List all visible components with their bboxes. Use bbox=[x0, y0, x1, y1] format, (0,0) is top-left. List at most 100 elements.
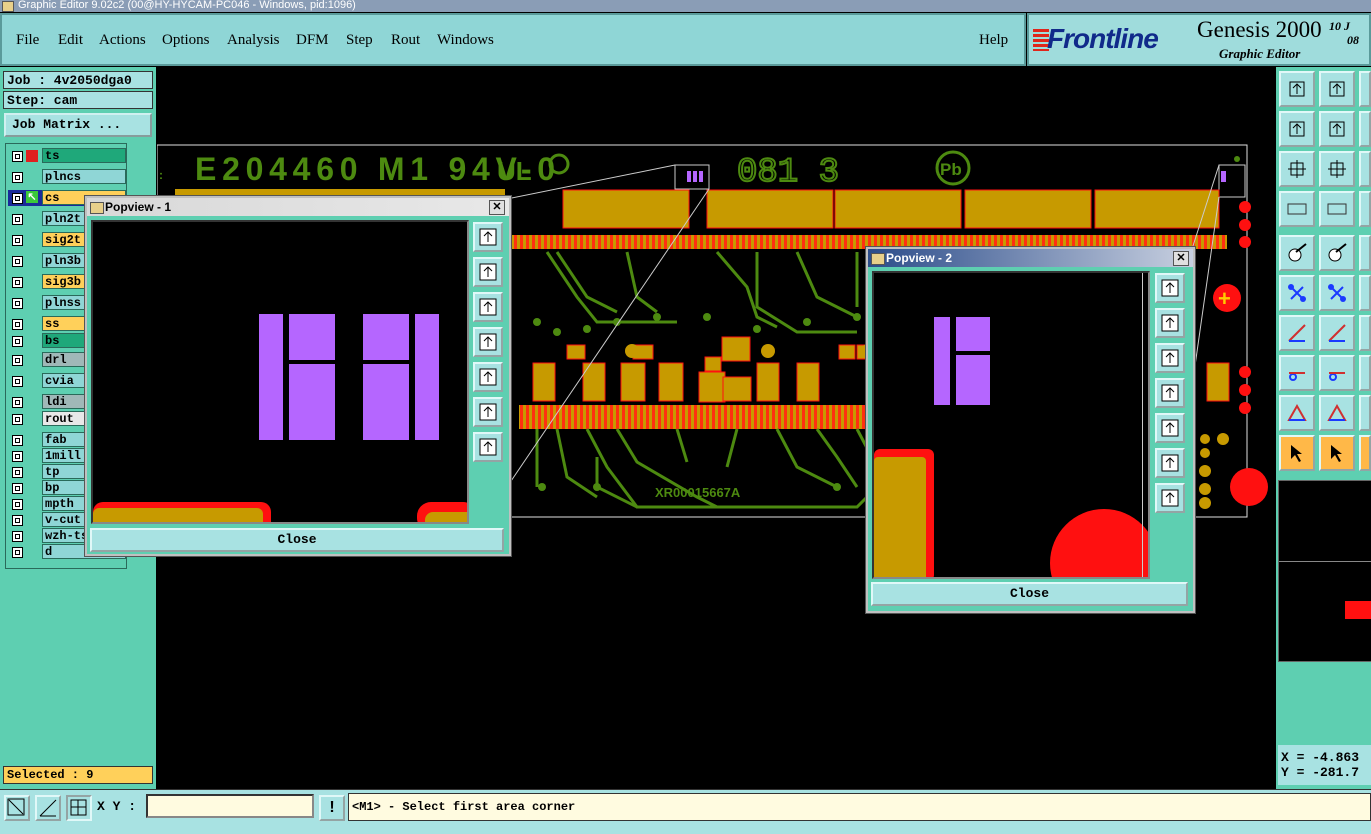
layer-row-ts[interactable]: ts bbox=[8, 148, 126, 164]
layer-checkbox[interactable] bbox=[12, 414, 23, 425]
menu-step[interactable]: Step bbox=[346, 32, 373, 49]
angle-icon[interactable] bbox=[1279, 315, 1315, 351]
point-icon[interactable] bbox=[1279, 355, 1315, 391]
fit-icon[interactable] bbox=[1279, 151, 1315, 187]
xy-input[interactable] bbox=[146, 794, 314, 818]
move-down-icon[interactable] bbox=[1319, 71, 1355, 107]
zoom-area-1 bbox=[674, 164, 710, 190]
job-matrix-button[interactable]: Job Matrix ... bbox=[4, 113, 152, 137]
pad-icon[interactable] bbox=[1279, 235, 1315, 271]
popview-2-fit-all-icon[interactable] bbox=[1155, 448, 1185, 478]
menu-options[interactable]: Options bbox=[162, 32, 210, 49]
popview-2-zoom-home-icon[interactable] bbox=[1155, 483, 1185, 513]
product-name: Genesis 2000 bbox=[1197, 17, 1322, 42]
menu-file[interactable]: File bbox=[16, 32, 39, 49]
popview-1-page-down-icon[interactable] bbox=[473, 292, 503, 322]
layer-checkbox[interactable] bbox=[12, 531, 23, 542]
copper-pad bbox=[562, 189, 690, 229]
layer-checkbox[interactable] bbox=[12, 319, 23, 330]
layer-checkbox[interactable] bbox=[12, 298, 23, 309]
layer-checkbox[interactable] bbox=[12, 376, 23, 387]
popview-1-fit-all-icon[interactable] bbox=[473, 397, 503, 427]
measure-icon[interactable] bbox=[35, 795, 61, 821]
layer-checkbox[interactable] bbox=[12, 172, 23, 183]
layer-checkbox[interactable] bbox=[12, 397, 23, 408]
popview-2-canvas[interactable] bbox=[872, 271, 1150, 579]
layer-checkbox[interactable] bbox=[12, 515, 23, 526]
popview-2-page-up-icon[interactable] bbox=[1155, 308, 1185, 338]
popview-2-page-right-icon[interactable] bbox=[1155, 413, 1185, 443]
snap-icon[interactable] bbox=[1279, 191, 1315, 227]
move-right-icon[interactable] bbox=[1319, 111, 1355, 147]
popview-1-close-icon[interactable]: ✕ bbox=[489, 200, 505, 215]
layer-checkbox[interactable] bbox=[12, 277, 23, 288]
popview-2-page-left-icon[interactable] bbox=[1155, 378, 1185, 408]
popview-1-close-button[interactable]: Close bbox=[90, 528, 504, 552]
select-arrow-icon[interactable] bbox=[1279, 435, 1315, 471]
edge3-icon[interactable] bbox=[1359, 151, 1371, 187]
line-icon[interactable] bbox=[1319, 235, 1355, 271]
minus-icon[interactable] bbox=[1319, 355, 1355, 391]
layer-checkbox[interactable] bbox=[12, 483, 23, 494]
menu-dfm[interactable]: DFM bbox=[296, 32, 329, 49]
warning-button[interactable]: ! bbox=[319, 795, 345, 821]
edge-icon[interactable] bbox=[1359, 71, 1371, 107]
layer-name[interactable]: plncs bbox=[42, 169, 126, 184]
layer-checkbox[interactable] bbox=[12, 451, 23, 462]
layer-checkbox[interactable] bbox=[12, 336, 23, 347]
grid-snap-icon[interactable] bbox=[66, 795, 92, 821]
move-up-icon[interactable] bbox=[1279, 71, 1315, 107]
menu-help[interactable]: Help bbox=[979, 32, 1008, 49]
layer-checkbox[interactable] bbox=[12, 235, 23, 246]
select-arrow2-icon[interactable] bbox=[1319, 435, 1355, 471]
layer-checkbox[interactable] bbox=[12, 467, 23, 478]
popview-1-page-up-icon[interactable] bbox=[473, 257, 503, 287]
edge4-icon[interactable] bbox=[1359, 191, 1371, 227]
popview-1-page-right-icon[interactable] bbox=[473, 362, 503, 392]
menu-actions[interactable]: Actions bbox=[99, 32, 146, 49]
menu-windows[interactable]: Windows bbox=[437, 32, 494, 49]
silk-dot: : bbox=[159, 168, 163, 182]
overview-map[interactable] bbox=[1278, 480, 1371, 662]
edge5-icon[interactable] bbox=[1359, 235, 1371, 271]
zoom-area-icon[interactable] bbox=[4, 795, 30, 821]
menu-edit[interactable]: Edit bbox=[58, 32, 83, 49]
layer-checkbox[interactable] bbox=[12, 435, 23, 446]
grid-icon[interactable] bbox=[1319, 191, 1355, 227]
popview-1-zoom-window-icon[interactable] bbox=[473, 222, 503, 252]
layer-checkbox[interactable] bbox=[12, 547, 23, 558]
edge6-icon[interactable] bbox=[1359, 275, 1371, 311]
menu-analysis[interactable]: Analysis bbox=[227, 32, 280, 49]
layer-checkbox[interactable] bbox=[12, 256, 23, 267]
polygon2-icon[interactable] bbox=[1319, 395, 1355, 431]
popview-1-canvas[interactable] bbox=[91, 220, 469, 524]
polygon-icon[interactable] bbox=[1279, 395, 1315, 431]
menu-rout[interactable]: Rout bbox=[391, 32, 420, 49]
popview-2-page-down-icon[interactable] bbox=[1155, 343, 1185, 373]
move-left-icon[interactable] bbox=[1279, 111, 1315, 147]
layer-checkbox[interactable] bbox=[12, 151, 23, 162]
layer-checkbox[interactable] bbox=[12, 193, 23, 204]
edge8-icon[interactable] bbox=[1359, 355, 1371, 391]
layer-checkbox[interactable] bbox=[12, 499, 23, 510]
edge7-icon[interactable] bbox=[1359, 315, 1371, 351]
layer-name[interactable]: ts bbox=[42, 148, 126, 163]
edge2-icon[interactable] bbox=[1359, 111, 1371, 147]
cross-icon[interactable] bbox=[1319, 275, 1355, 311]
popview-2-zoom-window-icon[interactable] bbox=[1155, 273, 1185, 303]
edge9-icon[interactable] bbox=[1359, 395, 1371, 431]
edge10-icon[interactable] bbox=[1359, 435, 1371, 471]
popview-2-titlebar[interactable]: Popview - 2 bbox=[868, 249, 1193, 267]
layer-checkbox[interactable] bbox=[12, 214, 23, 225]
popview-1-titlebar[interactable]: Popview - 1 bbox=[87, 198, 509, 216]
center-icon[interactable] bbox=[1319, 151, 1355, 187]
popview-1-zoom-home-icon[interactable] bbox=[473, 432, 503, 462]
layer-checkbox[interactable] bbox=[12, 355, 23, 366]
slope-icon[interactable] bbox=[1319, 315, 1355, 351]
work-layer-arrow-icon: ↖ bbox=[26, 191, 38, 203]
popview-2-close-icon[interactable]: ✕ bbox=[1173, 251, 1189, 266]
net-icon[interactable] bbox=[1279, 275, 1315, 311]
popview-2-close-button[interactable]: Close bbox=[871, 582, 1188, 606]
popview-1-page-left-icon[interactable] bbox=[473, 327, 503, 357]
layer-row-plncs[interactable]: plncs bbox=[8, 169, 126, 185]
